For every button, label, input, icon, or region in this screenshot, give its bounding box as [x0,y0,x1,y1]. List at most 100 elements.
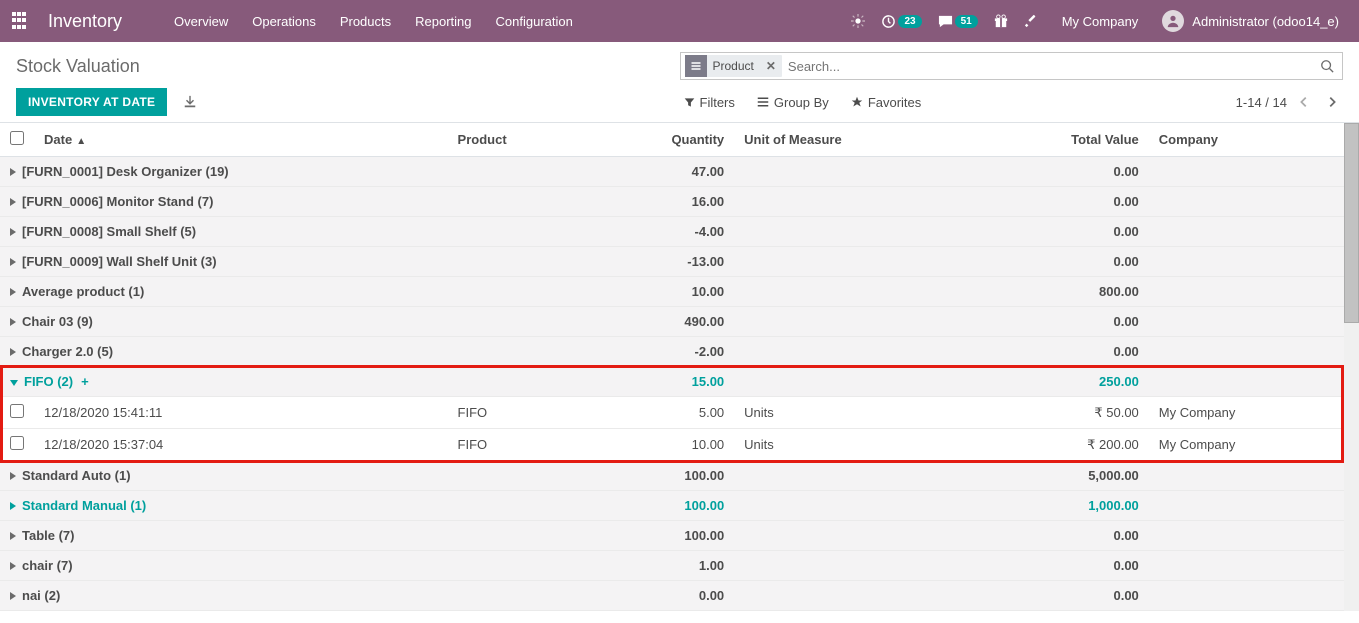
group-qty: 1.00 [587,551,734,581]
inventory-at-date-button[interactable]: Inventory at Date [16,88,167,116]
group-row[interactable]: Standard Manual (1)100.001,000.00 [0,491,1344,521]
pager-next[interactable] [1321,91,1343,113]
row-checkbox[interactable] [10,436,24,450]
search-box[interactable]: Product ✕ [680,52,1344,80]
group-row[interactable]: [FURN_0006] Monitor Stand (7) 16.00 0.00 [0,187,1344,217]
control-panel: Stock Valuation Product ✕ Inventory at D… [0,42,1359,123]
caret-right-icon [10,258,16,266]
filters-label: Filters [700,95,735,110]
group-qty: 100.00 [587,491,734,521]
menu-overview[interactable]: Overview [162,14,240,29]
caret-right-icon [10,472,16,480]
cell-qty: 10.00 [587,429,734,461]
activity-badge: 23 [898,15,921,28]
menu-products[interactable]: Products [328,14,403,29]
group-label: Standard Manual (1) [0,491,448,521]
avatar-icon [1162,10,1184,32]
group-label: Chair 03 (9) [0,307,448,337]
col-uom[interactable]: Unit of Measure [734,123,971,157]
groupby-button[interactable]: Group By [757,95,829,110]
group-total: 0.00 [972,581,1149,611]
company-selector[interactable]: My Company [1062,14,1139,29]
facet-label: Product [707,59,760,73]
col-product[interactable]: Product [448,123,588,157]
download-icon[interactable] [179,91,201,113]
facet-remove[interactable]: ✕ [760,59,782,73]
group-label: Charger 2.0 (5) [0,337,448,367]
group-qty: -4.00 [587,217,734,247]
scrollbar-track[interactable] [1344,123,1359,611]
group-label: [FURN_0006] Monitor Stand (7) [0,187,448,217]
app-title[interactable]: Inventory [48,11,122,32]
page-title: Stock Valuation [16,56,140,77]
cell-uom: Units [734,429,971,461]
activity-icon[interactable]: 23 [881,14,921,29]
sort-asc-icon: ▲ [76,136,86,147]
group-row[interactable]: Chair 03 (9) 490.00 0.00 [0,307,1344,337]
search-icon[interactable] [1316,59,1338,73]
group-row[interactable]: FIFO (2)+15.00250.00 [0,367,1344,397]
group-row[interactable]: [FURN_0001] Desk Organizer (19)47.000.00 [0,157,1344,187]
col-date[interactable]: Date▲ [34,123,448,157]
menu-configuration[interactable]: Configuration [484,14,585,29]
list-icon [685,55,707,77]
group-row[interactable]: [FURN_0009] Wall Shelf Unit (3)-13.000.0… [0,247,1344,277]
row-checkbox-cell[interactable] [0,429,34,461]
favorites-label: Favorites [868,95,921,110]
group-row[interactable]: Average product (1)10.00800.00 [0,277,1344,307]
group-label: [FURN_0008] Small Shelf (5) [0,217,448,247]
add-icon[interactable]: + [81,374,89,389]
group-total: 0.00 [972,307,1149,337]
table-row[interactable]: 12/18/2020 15:41:11FIFO5.00Units₹ 50.00M… [0,397,1344,429]
search-input[interactable] [782,59,1316,74]
user-menu[interactable]: Administrator (odoo14_e) [1162,10,1339,32]
group-label: [FURN_0001] Desk Organizer (19) [0,157,448,187]
select-all-checkbox[interactable] [10,131,24,145]
row-checkbox-cell[interactable] [0,397,34,429]
caret-right-icon [10,318,16,326]
group-qty: 16.00 [587,187,734,217]
group-row[interactable]: chair (7)1.000.00 [0,551,1344,581]
caret-right-icon [10,168,16,176]
col-company[interactable]: Company [1149,123,1344,157]
pager-text: 1-14 / 14 [1236,95,1287,110]
group-row[interactable]: Standard Auto (1)100.005,000.00 [0,461,1344,491]
group-total: 0.00 [972,187,1149,217]
group-row[interactable]: [FURN_0008] Small Shelf (5) -4.00 0.00 [0,217,1344,247]
group-qty: 15.00 [587,367,734,397]
table-row[interactable]: 12/18/2020 15:37:04FIFO10.00Units₹ 200.0… [0,429,1344,461]
caret-right-icon [10,502,16,510]
group-label: Table (7) [0,521,448,551]
group-total: 0.00 [972,217,1149,247]
group-qty: 10.00 [587,277,734,307]
group-qty: 100.00 [587,521,734,551]
col-total[interactable]: Total Value [972,123,1149,157]
scrollbar-thumb[interactable] [1344,123,1359,323]
group-qty: 100.00 [587,461,734,491]
group-row[interactable]: Table (7)100.000.00 [0,521,1344,551]
cell-product: FIFO [448,429,588,461]
caret-right-icon [10,288,16,296]
caret-right-icon [10,562,16,570]
group-row[interactable]: nai (2)0.000.00 [0,581,1344,611]
pager-prev[interactable] [1293,91,1315,113]
caret-down-icon [10,380,18,386]
group-total: 0.00 [972,157,1149,187]
favorites-button[interactable]: Favorites [851,95,921,110]
messaging-icon[interactable]: 51 [938,14,978,29]
apps-launcher-icon[interactable] [12,12,30,30]
cell-uom: Units [734,397,971,429]
menu-operations[interactable]: Operations [240,14,328,29]
gift-icon[interactable] [994,14,1008,28]
debug-icon[interactable] [851,14,865,28]
col-checkbox[interactable] [0,123,34,157]
col-quantity[interactable]: Quantity [587,123,734,157]
tools-icon[interactable] [1024,14,1038,28]
group-row[interactable]: Charger 2.0 (5)-2.000.00 [0,337,1344,367]
messaging-badge: 51 [955,15,978,28]
row-checkbox[interactable] [10,404,24,418]
table-wrap: Date▲ Product Quantity Unit of Measure T… [0,123,1359,611]
filters-button[interactable]: Filters [684,95,735,110]
group-qty: 490.00 [587,307,734,337]
menu-reporting[interactable]: Reporting [403,14,483,29]
